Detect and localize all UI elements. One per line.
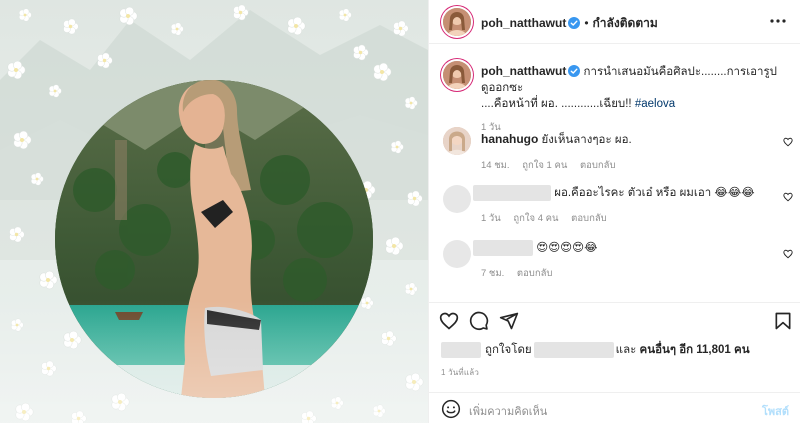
hashtag-link[interactable]: #aelova	[635, 98, 675, 110]
flower-decoration	[63, 18, 79, 35]
emoji-icon[interactable]	[441, 399, 461, 419]
comments-list: poh_natthawut การนำเสนอมันคือศิลปะ......…	[429, 45, 800, 301]
share-icon[interactable]	[499, 311, 519, 331]
flower-decoration	[393, 20, 409, 37]
comment-icon[interactable]	[469, 311, 489, 331]
post-media[interactable]	[0, 0, 428, 423]
comment-time[interactable]: 1 วัน	[481, 213, 501, 224]
follow-status-button[interactable]: กำลังติดตาม	[593, 16, 658, 30]
media-fade-overlay	[0, 300, 428, 423]
comment-like-heart-icon[interactable]	[783, 249, 793, 259]
comment-item: 😍😍😍😍😂 7 ชม. ตอบกลับ	[473, 240, 773, 281]
comment-time[interactable]: 14 ชม.	[481, 160, 510, 171]
post-actions: ถูกใจโดย และ คนอื่นๆ อีก 11,801 คน 1 วันท…	[429, 302, 800, 392]
separator-dot: •	[584, 16, 589, 30]
flower-decoration	[233, 4, 249, 21]
comment-text: ผอ.คืออะไรคะ ตัวเอ๋ หรือ ผมเอา 😂😂😂	[554, 187, 755, 200]
post-panel: poh_natthawut • กำลังติดตาม poh_natthawut …	[428, 0, 800, 423]
flower-decoration	[405, 96, 418, 110]
verified-icon	[568, 17, 581, 29]
comment-like-heart-icon[interactable]	[783, 192, 793, 202]
flower-decoration	[49, 84, 62, 98]
flower-decoration	[97, 52, 113, 69]
blurred-username[interactable]	[473, 240, 533, 256]
comment-avatar[interactable]	[443, 127, 471, 155]
posted-time[interactable]: 1 วันที่แล้ว	[441, 366, 479, 379]
caption: poh_natthawut การนำเสนอมันคือศิลปะ......…	[481, 63, 781, 135]
flower-decoration	[373, 62, 392, 82]
flower-decoration	[171, 22, 184, 36]
flower-decoration	[19, 8, 32, 22]
comment-likes[interactable]: ถูกใจ 4 คน	[513, 213, 558, 224]
comment-username[interactable]: hanahugo	[481, 132, 538, 146]
comment-item: ผอ.คืออะไรคะ ตัวเอ๋ หรือ ผมเอา 😂😂😂 1 วัน…	[473, 185, 773, 226]
comment-text: 😍😍😍😍😂	[536, 242, 598, 255]
flower-decoration	[405, 282, 418, 296]
flower-decoration	[119, 6, 138, 26]
flower-decoration	[287, 16, 306, 36]
comment-text: ยังเห็นลางๆอะ ผอ.	[541, 134, 632, 146]
save-icon[interactable]	[773, 311, 793, 331]
reply-button[interactable]: ตอบกลับ	[580, 160, 616, 171]
caption-username[interactable]: poh_natthawut	[481, 64, 566, 78]
comment-like-heart-icon[interactable]	[783, 137, 793, 147]
comment-input[interactable]: เพิ่มความคิดเห็น	[469, 402, 547, 420]
author-username[interactable]: poh_natthawut	[481, 16, 566, 30]
post-header: poh_natthawut • กำลังติดตาม	[429, 0, 800, 44]
reply-button[interactable]: ตอบกลับ	[571, 213, 607, 224]
flower-decoration	[39, 270, 58, 290]
blurred-username[interactable]	[473, 185, 551, 201]
verified-icon	[568, 65, 581, 77]
comment-avatar[interactable]	[443, 185, 471, 213]
flower-decoration	[391, 140, 404, 154]
likes-prefix: ถูกใจโดย	[485, 344, 532, 356]
comment-time[interactable]: 7 ชม.	[481, 268, 504, 279]
liker-username-blurred[interactable]	[533, 341, 614, 358]
author-avatar[interactable]	[443, 8, 471, 36]
caption-text-line2: ....คือหน้าที่ ผอ. ............เฉียบ!!	[481, 98, 632, 110]
flower-decoration	[31, 172, 44, 186]
flower-decoration	[407, 190, 423, 207]
flower-decoration	[353, 44, 369, 61]
flower-decoration	[9, 226, 25, 243]
comment-avatar[interactable]	[443, 240, 471, 268]
flower-decoration	[7, 60, 26, 80]
comment-likes[interactable]: ถูกใจ 1 คน	[522, 160, 567, 171]
reply-button[interactable]: ตอบกลับ	[517, 268, 553, 279]
more-options-icon[interactable]	[769, 12, 787, 30]
heart-icon[interactable]	[439, 311, 459, 331]
flower-decoration	[385, 236, 404, 256]
flower-decoration	[13, 130, 32, 150]
add-comment-bar: เพิ่มความคิดเห็น โพสต์	[429, 392, 800, 423]
post-comment-button[interactable]: โพสต์	[762, 402, 789, 420]
liker-avatars-blurred[interactable]	[441, 341, 481, 358]
comment-item: hanahugo ยังเห็นลางๆอะ ผอ. 14 ชม. ถูกใจ …	[481, 131, 771, 173]
likes-others-link[interactable]: คนอื่นๆ อีก 11,801 คน	[640, 344, 750, 356]
likes-summary: ถูกใจโดย และ คนอื่นๆ อีก 11,801 คน	[441, 341, 750, 359]
likes-and: และ	[615, 344, 637, 356]
caption-author-avatar[interactable]	[443, 61, 471, 89]
flower-decoration	[339, 8, 352, 22]
